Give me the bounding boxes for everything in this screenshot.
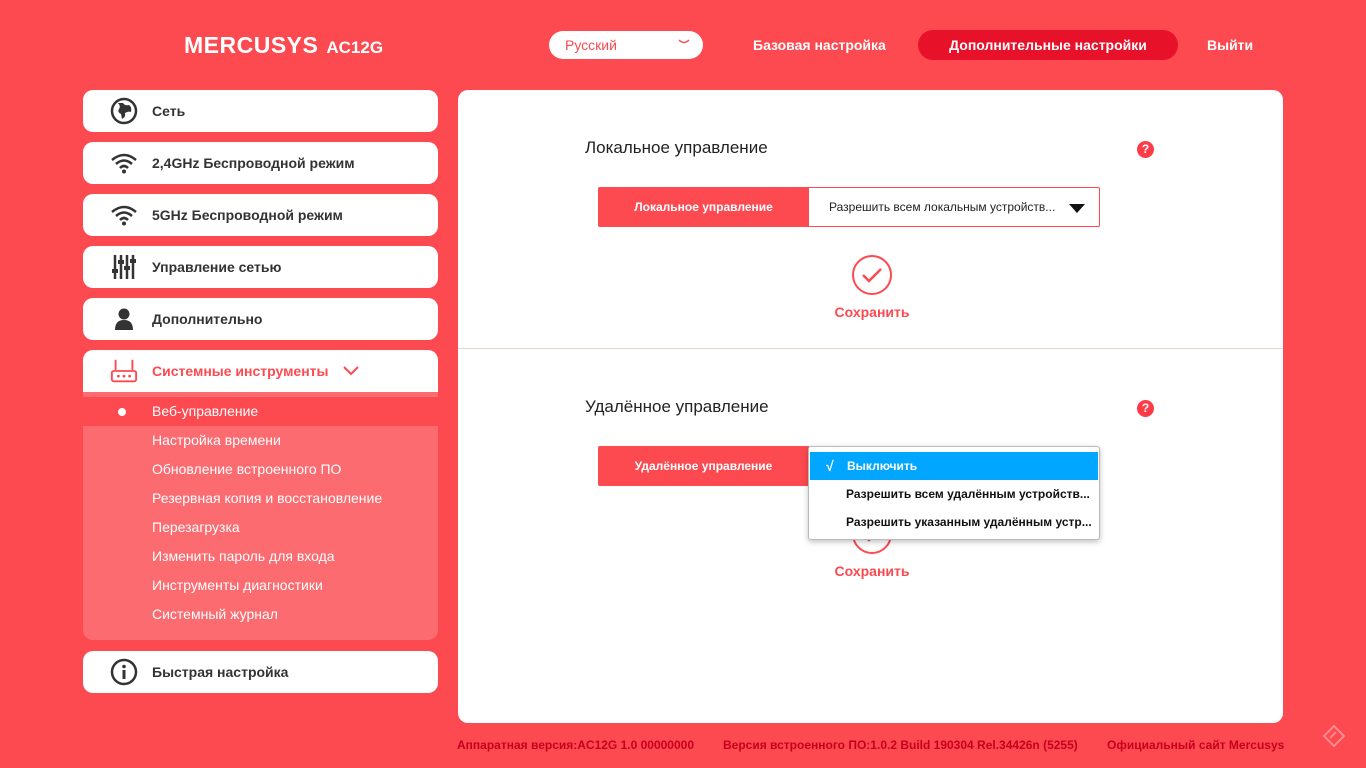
globe-icon xyxy=(110,97,138,125)
system-tools-submenu: Веб-управление Настройка времени Обновле… xyxy=(83,392,438,640)
submenu-item-backup-restore[interactable]: Резервная копия и восстановление xyxy=(83,484,438,513)
option-label: Разрешить указанным удалённым устр... xyxy=(846,515,1092,529)
local-save-button[interactable]: Сохранить xyxy=(832,255,912,320)
submenu-item-web-management[interactable]: Веб-управление xyxy=(83,397,438,426)
sidebar-item-label: Быстрая настройка xyxy=(152,664,289,680)
nav-basic-settings[interactable]: Базовая настройка xyxy=(753,37,886,53)
official-site-link[interactable]: Официальный сайт Mercusys xyxy=(1107,738,1284,752)
submenu-label: Перезагрузка xyxy=(152,519,240,535)
sidebar-item-label: Системные инструменты xyxy=(152,363,329,379)
wifi-icon xyxy=(110,149,138,177)
submenu-item-diagnostics[interactable]: Инструменты диагностики xyxy=(83,571,438,600)
submenu-label: Обновление встроенного ПО xyxy=(152,461,342,477)
dropdown-option-allow-specified[interactable]: Разрешить указанным удалённым устр... xyxy=(809,508,1099,536)
submenu-label: Веб-управление xyxy=(152,403,259,419)
sidebar-item-label: Сеть xyxy=(152,103,186,119)
check-icon xyxy=(852,255,892,295)
save-label: Сохранить xyxy=(834,304,910,320)
submenu-label: Системный журнал xyxy=(152,606,278,622)
model-name: AC12G xyxy=(326,38,384,57)
submenu-item-system-log[interactable]: Системный журнал xyxy=(83,600,438,629)
submenu-item-reboot[interactable]: Перезагрузка xyxy=(83,513,438,542)
main-panel: Локальное управление ? Локальное управле… xyxy=(458,90,1283,723)
submenu-label: Изменить пароль для входа xyxy=(152,548,335,564)
submenu-label: Настройка времени xyxy=(152,432,281,448)
sidebar-item-advanced[interactable]: Дополнительно xyxy=(83,298,438,340)
brand-name: MERCUSYS xyxy=(184,32,319,58)
remote-field-label: Удалённое управление xyxy=(598,446,809,486)
firmware-version: Версия встроенного ПО:1.0.2 Build 190304… xyxy=(723,738,1078,752)
feedback-icon[interactable] xyxy=(1322,724,1346,753)
sidebar-item-label: 5GHz Беспроводной режим xyxy=(152,207,343,223)
chevron-down-icon xyxy=(342,363,359,379)
local-select-value: Разрешить всем локальным устройств... xyxy=(829,200,1056,214)
dropdown-option-disable[interactable]: √ Выключить xyxy=(810,452,1098,480)
submenu-item-change-password[interactable]: Изменить пароль для входа xyxy=(83,542,438,571)
section-divider xyxy=(458,348,1283,349)
wifi-icon xyxy=(110,201,138,229)
checkmark-icon: √ xyxy=(826,458,834,474)
save-label: Сохранить xyxy=(834,563,910,579)
language-value: Русский xyxy=(565,37,617,53)
option-label: Выключить xyxy=(847,459,918,473)
local-field-label: Локальное управление xyxy=(598,187,809,227)
info-icon xyxy=(110,658,138,686)
submenu-item-firmware-update[interactable]: Обновление встроенного ПО xyxy=(83,455,438,484)
sidebar-item-wifi-24[interactable]: 2,4GHz Беспроводной режим xyxy=(83,142,438,184)
submenu-label: Резервная копия и восстановление xyxy=(152,490,383,506)
help-icon[interactable]: ? xyxy=(1137,141,1154,158)
user-icon xyxy=(110,305,138,333)
remote-section-title: Удалённое управление xyxy=(585,397,769,416)
local-section-title: Локальное управление xyxy=(585,138,768,157)
selected-dot-icon xyxy=(118,408,126,416)
sidebar-item-network-control[interactable]: Управление сетью xyxy=(83,246,438,288)
sidebar-item-label: 2,4GHz Беспроводной режим xyxy=(152,155,355,171)
logout-button[interactable]: Выйти xyxy=(1207,37,1253,53)
sidebar-item-wifi-5[interactable]: 5GHz Беспроводной режим xyxy=(83,194,438,236)
chevron-down-icon xyxy=(677,31,691,59)
router-icon xyxy=(110,357,138,385)
sidebar-item-label: Дополнительно xyxy=(152,311,263,327)
sidebar-item-label: Управление сетью xyxy=(152,259,282,275)
help-icon[interactable]: ? xyxy=(1137,400,1154,417)
language-select[interactable]: Русский xyxy=(549,31,703,59)
nav-advanced-settings[interactable]: Дополнительные настройки xyxy=(918,30,1178,60)
sliders-icon xyxy=(110,253,138,281)
brand-logo: MERCUSYS AC12G xyxy=(184,32,383,59)
sidebar-item-network[interactable]: Сеть xyxy=(83,90,438,132)
submenu-label: Инструменты диагностики xyxy=(152,577,323,593)
remote-management-dropdown: √ Выключить Разрешить всем удалённым уст… xyxy=(808,446,1100,540)
local-management-select[interactable]: Разрешить всем локальным устройств... xyxy=(808,187,1100,227)
option-label: Разрешить всем удалённым устройств... xyxy=(846,487,1090,501)
sidebar-item-quick-setup[interactable]: Быстрая настройка xyxy=(83,651,438,693)
dropdown-arrow-icon xyxy=(1069,204,1085,213)
hardware-version: Аппаратная версия:AC12G 1.0 00000000 xyxy=(457,738,694,752)
sidebar-item-system-tools[interactable]: Системные инструменты xyxy=(83,350,438,392)
dropdown-option-allow-all[interactable]: Разрешить всем удалённым устройств... xyxy=(809,480,1099,508)
submenu-item-time-settings[interactable]: Настройка времени xyxy=(83,426,438,455)
